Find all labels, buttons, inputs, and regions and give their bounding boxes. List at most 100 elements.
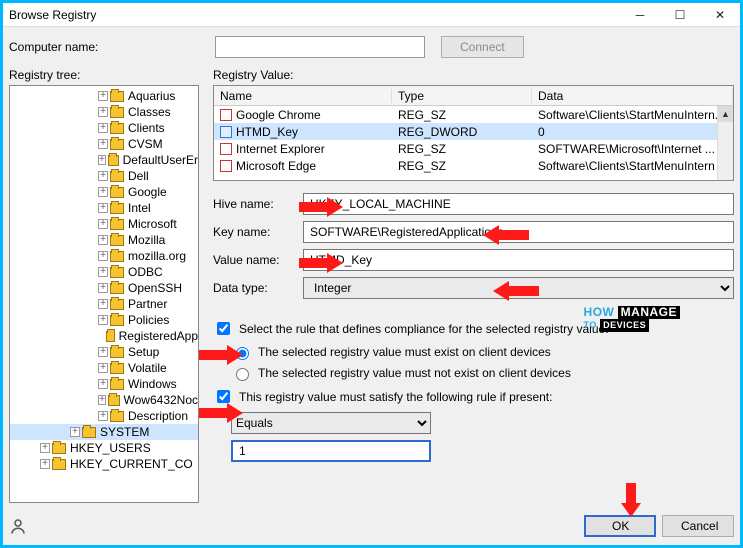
titlebar: Browse Registry ─ ☐ ✕ (3, 3, 740, 27)
expand-icon[interactable]: + (98, 411, 108, 421)
hive-name-label: Hive name: (213, 197, 303, 211)
tree-node-label: Policies (128, 313, 169, 327)
tree-node-label: HKEY_CURRENT_CO (70, 457, 193, 471)
tree-node[interactable]: + HKEY_CURRENT_CO (10, 456, 198, 472)
expand-icon[interactable]: + (98, 315, 108, 325)
expand-icon[interactable]: + (98, 299, 108, 309)
tree-node[interactable]: + Mozilla (10, 232, 198, 248)
tree-node[interactable]: + Microsoft (10, 216, 198, 232)
tree-node-label: Microsoft (128, 217, 177, 231)
grid-scrollbar[interactable]: ▲ (717, 106, 733, 180)
expand-icon[interactable]: + (98, 379, 108, 389)
expand-icon[interactable]: + (98, 347, 108, 357)
reg-sz-icon (220, 160, 232, 172)
must-not-exist-radio[interactable] (236, 368, 249, 381)
tree-node[interactable]: +Volatile (10, 360, 198, 376)
rule-value-input[interactable] (231, 440, 431, 462)
ok-button[interactable]: OK (584, 515, 656, 537)
tree-node[interactable]: +OpenSSH (10, 280, 198, 296)
folder-icon (110, 315, 124, 326)
expand-icon[interactable]: + (98, 251, 108, 261)
expand-icon[interactable]: + (98, 283, 108, 293)
tree-node[interactable]: + ODBC (10, 264, 198, 280)
close-button[interactable]: ✕ (700, 3, 740, 27)
select-rule-checkbox[interactable] (217, 322, 230, 335)
reg-dw-icon (220, 126, 232, 138)
tree-node-label: Wow6432Noc (124, 393, 198, 407)
tree-node[interactable]: + Dell (10, 168, 198, 184)
folder-icon (110, 251, 124, 262)
expand-icon[interactable]: + (98, 267, 108, 277)
tree-node-label: RegisteredApp (119, 329, 198, 343)
reg-sz-icon (220, 143, 232, 155)
key-name-input[interactable] (303, 221, 734, 243)
tree-node[interactable]: +CVSM (10, 136, 198, 152)
folder-icon (110, 235, 124, 246)
operator-select[interactable]: Equals (231, 412, 431, 434)
hive-name-input[interactable] (303, 193, 734, 215)
tree-node[interactable]: RegisteredApp (10, 328, 198, 344)
tree-node[interactable]: + Description (10, 408, 198, 424)
value-name-input[interactable] (303, 249, 734, 271)
data-type-select[interactable]: Integer (303, 277, 734, 299)
folder-icon (82, 427, 96, 438)
folder-icon (110, 139, 124, 150)
tree-node-label: Dell (128, 169, 149, 183)
tree-node-label: Description (128, 409, 188, 423)
expand-icon[interactable]: + (40, 459, 50, 469)
col-type[interactable]: Type (392, 89, 532, 103)
minimize-button[interactable]: ─ (620, 3, 660, 27)
table-row[interactable]: Microsoft EdgeREG_SZSoftware\Clients\Sta… (214, 157, 733, 174)
maximize-button[interactable]: ☐ (660, 3, 700, 27)
tree-node[interactable]: +HKEY_USERS (10, 440, 198, 456)
tree-node[interactable]: + Aquarius (10, 88, 198, 104)
tree-node[interactable]: +Google (10, 184, 198, 200)
tree-node-label: Mozilla (128, 233, 165, 247)
table-row[interactable]: HTMD_KeyREG_DWORD0 (214, 123, 733, 140)
expand-icon[interactable]: + (98, 107, 108, 117)
registry-value-label: Registry Value: (213, 68, 734, 82)
folder-icon (110, 123, 124, 134)
expand-icon[interactable] (98, 331, 104, 341)
must-exist-radio[interactable] (236, 347, 249, 360)
tree-node-label: Aquarius (128, 89, 175, 103)
tree-node-label: ODBC (128, 265, 163, 279)
expand-icon[interactable]: + (98, 171, 108, 181)
cancel-button[interactable]: Cancel (662, 515, 734, 537)
expand-icon[interactable]: + (98, 395, 106, 405)
expand-icon[interactable]: + (98, 363, 108, 373)
satisfy-rule-checkbox[interactable] (217, 390, 230, 403)
tree-node[interactable]: +Intel (10, 200, 198, 216)
registry-tree[interactable]: + Aquarius+Classes+Clients+CVSM+DefaultUs… (9, 85, 199, 503)
expand-icon[interactable]: + (98, 235, 108, 245)
expand-icon[interactable]: + (98, 219, 108, 229)
tree-node[interactable]: +Partner (10, 296, 198, 312)
scroll-up-icon[interactable]: ▲ (718, 106, 733, 122)
expand-icon[interactable]: + (98, 203, 108, 213)
expand-icon[interactable]: + (98, 155, 106, 165)
expand-icon[interactable]: + (98, 187, 108, 197)
tree-node[interactable]: +SYSTEM (10, 424, 198, 440)
tree-node[interactable]: +DefaultUserEr (10, 152, 198, 168)
expand-icon[interactable]: + (70, 427, 80, 437)
computer-name-input[interactable] (215, 36, 425, 58)
col-name[interactable]: Name (214, 89, 392, 103)
col-data[interactable]: Data (532, 89, 733, 103)
tree-node[interactable]: +Classes (10, 104, 198, 120)
table-row[interactable]: Internet ExplorerREG_SZSOFTWARE\Microsof… (214, 140, 733, 157)
key-name-label: Key name: (213, 225, 303, 239)
expand-icon[interactable]: + (98, 139, 108, 149)
tree-node[interactable]: +Clients (10, 120, 198, 136)
table-row[interactable]: Google ChromeREG_SZSoftware\Clients\Star… (214, 106, 733, 123)
tree-node[interactable]: + Wow6432Noc (10, 392, 198, 408)
folder-icon (110, 187, 124, 198)
expand-icon[interactable]: + (98, 123, 108, 133)
tree-node[interactable]: + Policies (10, 312, 198, 328)
registry-value-grid[interactable]: Name Type Data Google ChromeREG_SZSoftwa… (213, 85, 734, 181)
tree-node[interactable]: +mozilla.org (10, 248, 198, 264)
tree-node[interactable]: + Setup (10, 344, 198, 360)
expand-icon[interactable]: + (98, 91, 108, 101)
tree-node-label: Setup (128, 345, 159, 359)
expand-icon[interactable]: + (40, 443, 50, 453)
tree-node[interactable]: +Windows (10, 376, 198, 392)
